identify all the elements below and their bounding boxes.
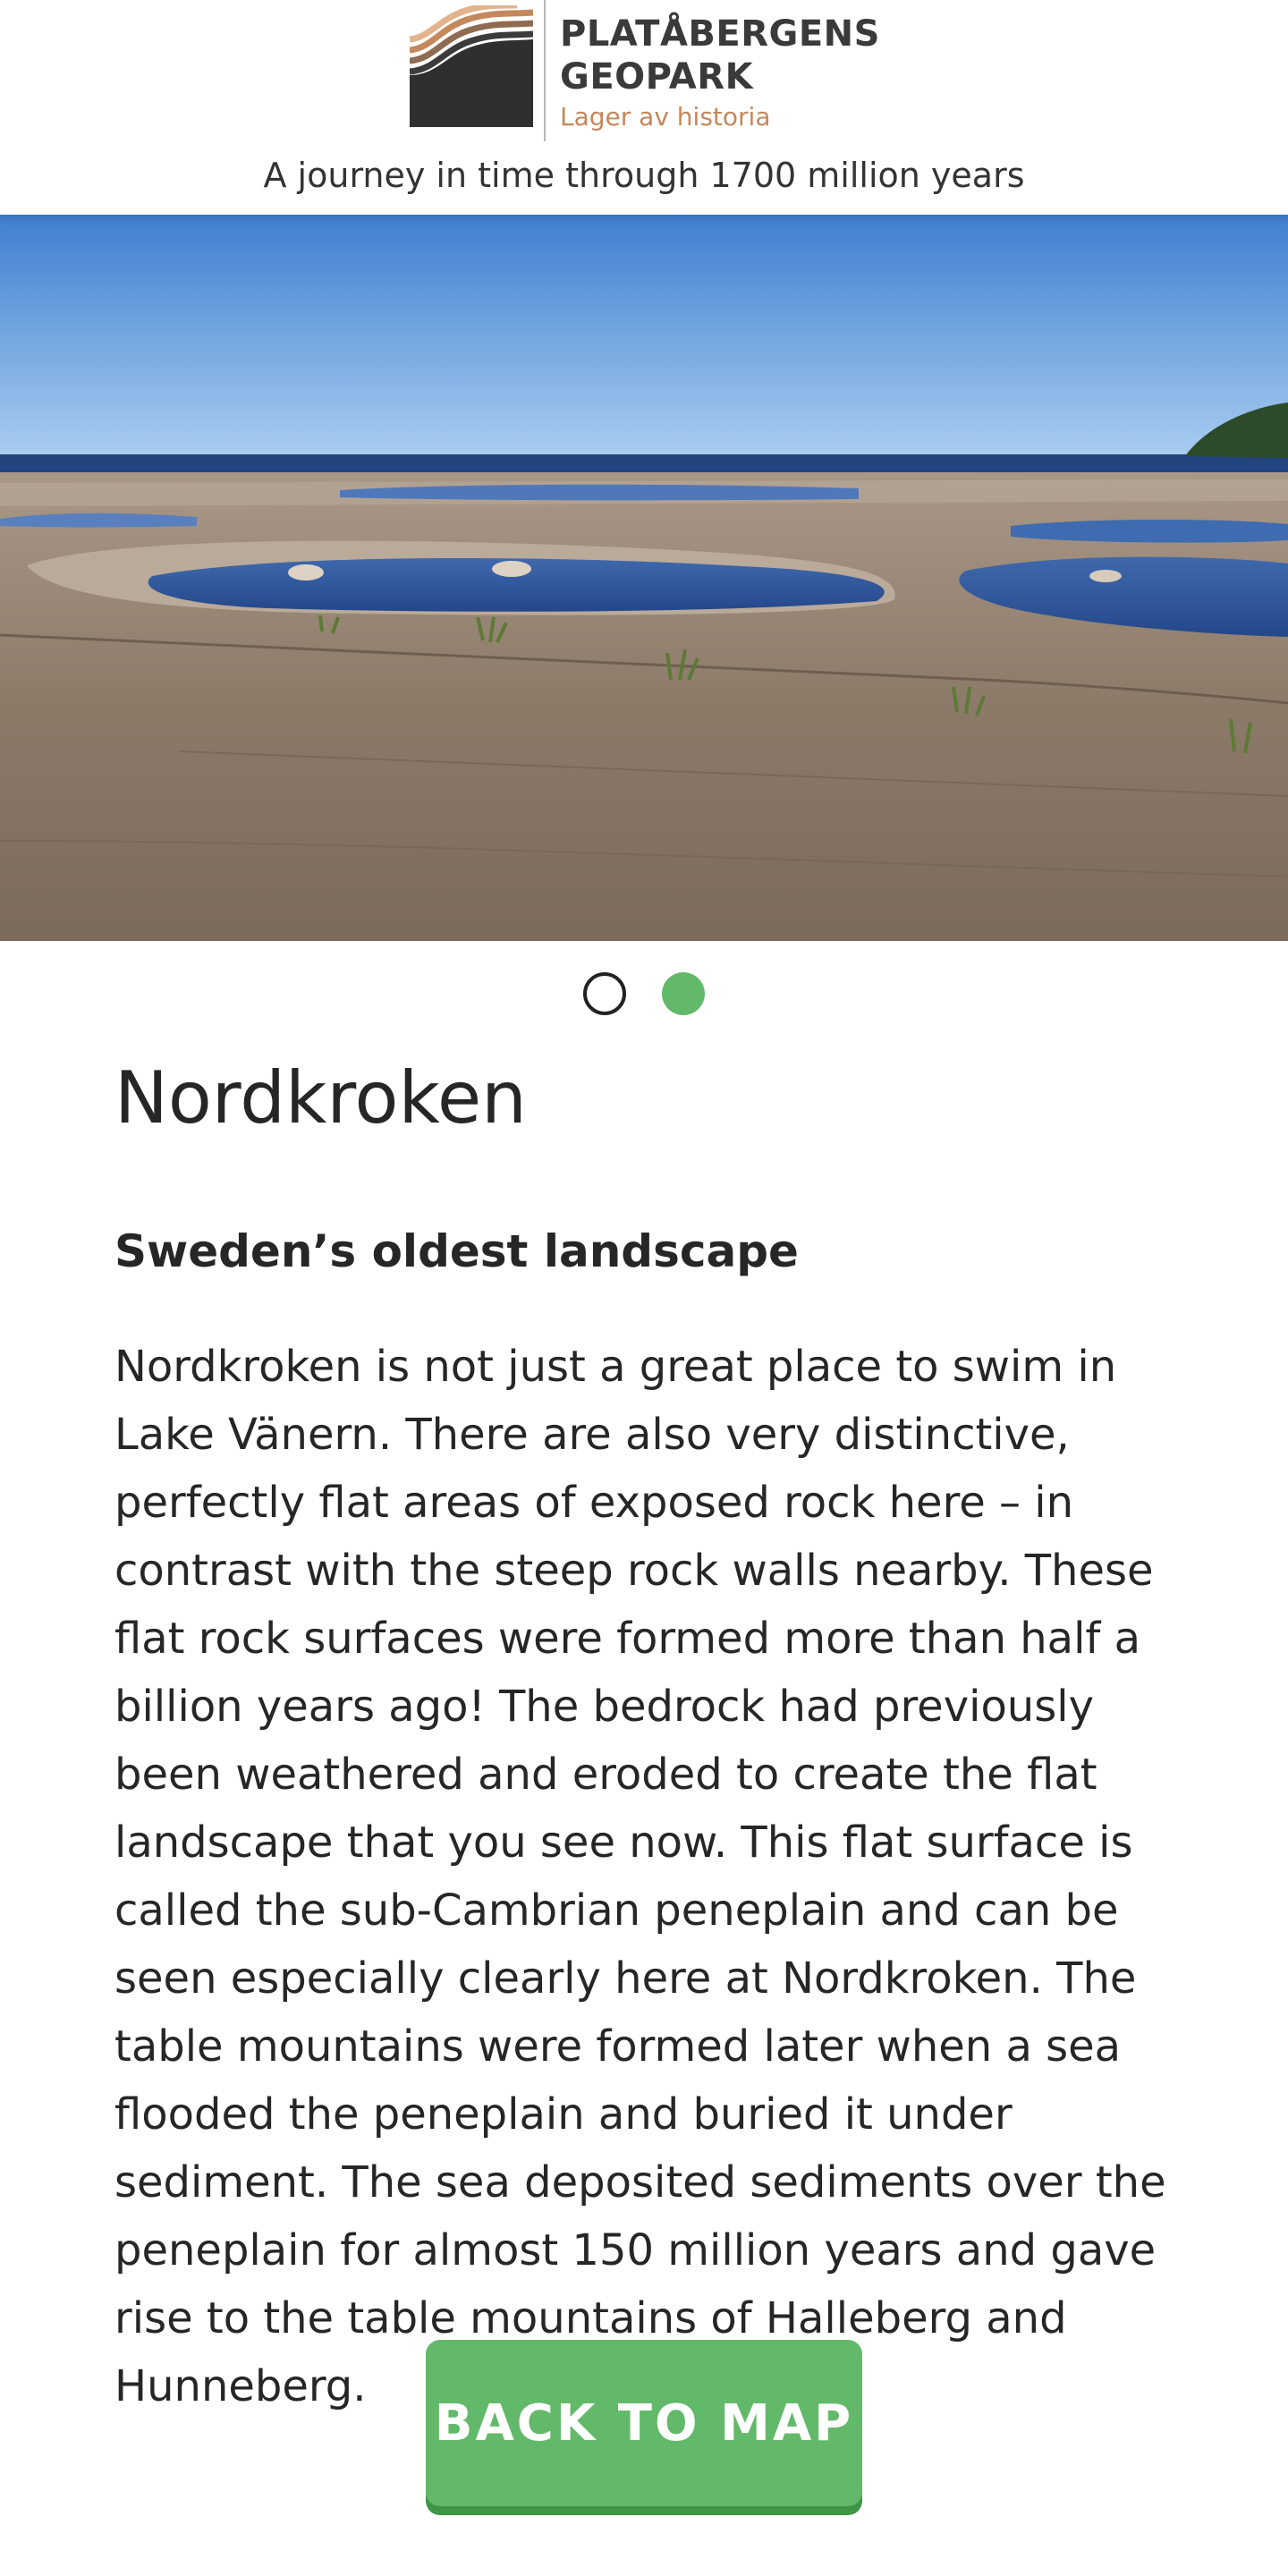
back-to-map-button[interactable]: BACK TO MAP — [426, 2340, 862, 2506]
site-subtitle: A journey in time through 1700 million y… — [263, 156, 1025, 195]
carousel-dot-1[interactable] — [583, 972, 626, 1015]
carousel-dot-2-active[interactable] — [662, 972, 705, 1015]
geopark-logo[interactable]: PLATÅBERGENS GEOPARK Lager av historia — [410, 0, 893, 143]
logo-divider — [544, 0, 546, 141]
site-header: PLATÅBERGENS GEOPARK Lager av historia A… — [0, 0, 1288, 215]
section-heading: Sweden’s oldest landscape — [114, 1225, 799, 1277]
carousel-indicators — [0, 972, 1288, 1017]
page-title: Nordkroken — [114, 1056, 527, 1140]
logo-wordmark: PLATÅBERGENS GEOPARK — [560, 13, 900, 98]
logo-tagline: Lager av historia — [560, 102, 771, 131]
hero-image-carousel[interactable] — [0, 215, 1288, 941]
article: Nordkroken Sweden’s oldest landscape Nor… — [114, 1046, 1174, 2420]
logo-name-line1: PLATÅBERGENS — [560, 13, 880, 55]
logo-name-line2: GEOPARK — [560, 56, 754, 97]
flat-rock-shoreline-photo — [0, 215, 1288, 941]
article-body: Nordkroken is not just a great place to … — [114, 1342, 1166, 2411]
layered-strata-logo-icon — [410, 5, 533, 127]
